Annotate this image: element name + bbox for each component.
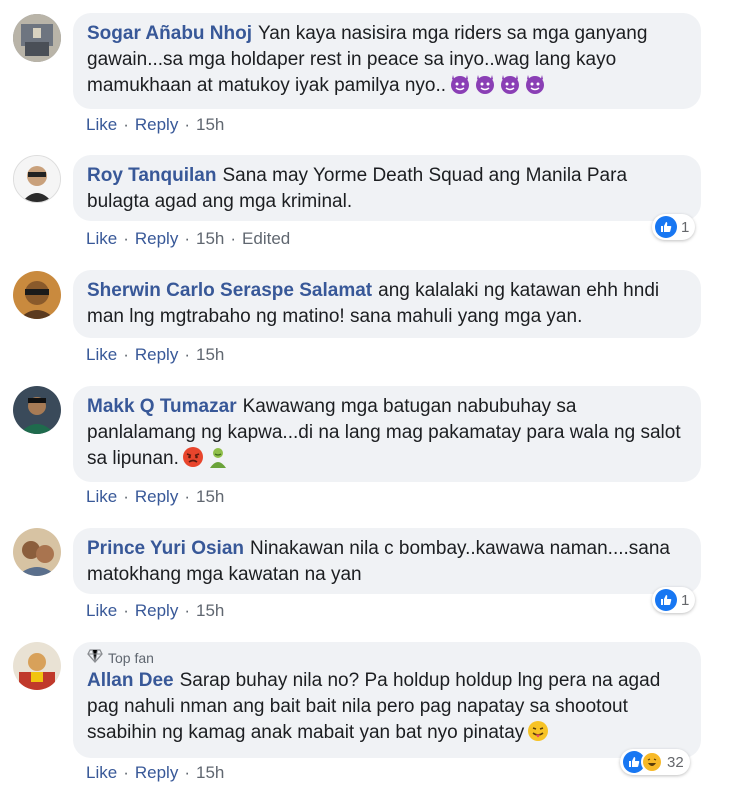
comment-author[interactable]: Prince Yuri Osian xyxy=(87,538,244,559)
comment-bubble: Roy Tanquilan Sana may Yorme Death Squad … xyxy=(73,155,701,221)
reply-link[interactable]: Reply xyxy=(135,487,178,507)
comment-bubble: Sherwin Carlo Seraspe Salamat ang kalalak… xyxy=(73,270,701,338)
like-link[interactable]: Like xyxy=(86,487,117,507)
avatar[interactable] xyxy=(13,155,61,203)
avatar[interactable] xyxy=(13,386,61,434)
devil-emoji xyxy=(524,73,546,103)
reaction-count: 32 xyxy=(667,753,684,771)
comment-author[interactable]: Roy Tanquilan xyxy=(87,165,216,186)
reply-link[interactable]: Reply xyxy=(135,763,178,783)
top-fan-badge[interactable]: Top fan xyxy=(87,648,687,668)
like-link[interactable]: Like xyxy=(86,763,117,783)
comment-actions: Like · Reply · 15h xyxy=(86,601,225,621)
reply-link[interactable]: Reply xyxy=(135,601,178,621)
avatar[interactable] xyxy=(13,528,61,576)
timestamp[interactable]: 15h xyxy=(196,229,224,249)
comment-actions: Like · Reply · 15h xyxy=(86,115,225,135)
like-link[interactable]: Like xyxy=(86,601,117,621)
haha-reaction-icon xyxy=(641,751,663,773)
comment-actions: Like · Reply · 15h xyxy=(86,345,225,365)
like-reaction-icon xyxy=(655,216,677,238)
comment-author[interactable]: Sogar Añabu Nhoj xyxy=(87,23,252,44)
timestamp[interactable]: 15h xyxy=(196,601,224,621)
comment-author[interactable]: Makk Q Tumazar xyxy=(87,396,237,417)
comment-bubble: Makk Q Tumazar Kawawang mga batugan nabub… xyxy=(73,386,701,482)
reaction-summary[interactable]: 1 xyxy=(652,214,696,240)
reaction-summary[interactable]: 32 xyxy=(620,749,690,775)
avatar[interactable] xyxy=(13,271,61,319)
comment-bubble: Top fan Allan Dee Sarap buhay nila no? Pa… xyxy=(73,642,701,758)
devil-emoji xyxy=(474,73,496,103)
comment-author[interactable]: Sherwin Carlo Seraspe Salamat xyxy=(87,280,372,301)
timestamp[interactable]: 15h xyxy=(196,115,224,135)
comment-actions: Like · Reply · 15h xyxy=(86,763,225,783)
reaction-summary[interactable]: 1 xyxy=(652,587,696,613)
top-fan-label: Top fan xyxy=(108,650,154,666)
reaction-count: 1 xyxy=(681,218,690,236)
timestamp[interactable]: 15h xyxy=(196,345,224,365)
reply-link[interactable]: Reply xyxy=(135,345,178,365)
devil-emoji xyxy=(449,73,471,103)
comment-bubble: Prince Yuri Osian Ninakawan nila c bombay… xyxy=(73,528,701,594)
timestamp[interactable]: 15h xyxy=(196,487,224,507)
avatar[interactable] xyxy=(13,14,61,62)
nauseated-person-emoji xyxy=(207,446,229,476)
comment-actions: Like · Reply · 15h · Edited xyxy=(86,229,291,249)
diamond-icon xyxy=(87,649,103,667)
comment-author[interactable]: Allan Dee xyxy=(87,670,174,691)
timestamp[interactable]: 15h xyxy=(196,763,224,783)
like-link[interactable]: Like xyxy=(86,229,117,249)
like-link[interactable]: Like xyxy=(86,345,117,365)
avatar[interactable] xyxy=(13,642,61,690)
like-link[interactable]: Like xyxy=(86,115,117,135)
reply-link[interactable]: Reply xyxy=(135,229,178,249)
like-reaction-icon xyxy=(655,589,677,611)
devil-emoji xyxy=(499,73,521,103)
reply-link[interactable]: Reply xyxy=(135,115,178,135)
tongue-out-emoji xyxy=(527,720,549,750)
reaction-count: 1 xyxy=(681,591,690,609)
comment-actions: Like · Reply · 15h xyxy=(86,487,225,507)
angry-face-emoji xyxy=(182,446,204,476)
comment-bubble: Sogar Añabu Nhoj Yan kaya nasisira mga ri… xyxy=(73,13,701,109)
edited-label[interactable]: Edited xyxy=(242,229,290,249)
